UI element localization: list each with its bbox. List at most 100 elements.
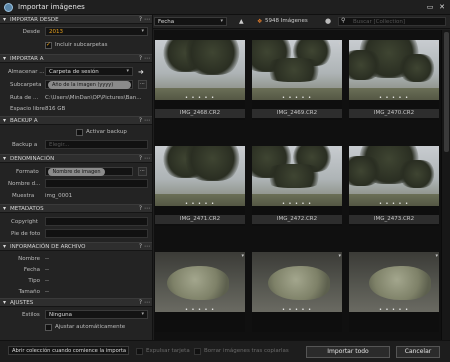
- thumbnail-menu-icon[interactable]: ▾: [241, 147, 244, 153]
- thumbnail[interactable]: • • • • • ▾ IMG_2469.CR2: [252, 40, 342, 120]
- thumbnail-image: [155, 40, 245, 100]
- estilos-select[interactable]: Ninguna ▾: [45, 310, 148, 319]
- rating-dots[interactable]: • • • • •: [155, 307, 245, 313]
- copyright-field[interactable]: [45, 217, 148, 226]
- collapse-icon[interactable]: ▾: [3, 205, 6, 212]
- browser-toolbar: Fecha ▾ ▲ ❖ 5948 Imágenes ● Buscar [Colle…: [153, 15, 450, 29]
- collapse-icon[interactable]: ▾: [3, 243, 6, 250]
- thumbnail[interactable]: • • • • • ▾ IMG_2471.CR2: [155, 146, 245, 226]
- thumbnail[interactable]: • • • • • ▾: [349, 252, 439, 332]
- pie-field[interactable]: [45, 229, 148, 238]
- rating-dots[interactable]: • • • • •: [349, 95, 439, 101]
- thumbnail[interactable]: • • • • • ▾: [155, 252, 245, 332]
- menu-icon[interactable]: ⋯: [144, 299, 150, 306]
- rating-dots[interactable]: • • • • •: [155, 95, 245, 101]
- section-denominacion[interactable]: ▾ DENOMINACIÓN ? ⋯: [0, 154, 152, 163]
- thumbnail-menu-icon[interactable]: ▾: [338, 253, 341, 259]
- thumbnail-menu-icon[interactable]: ▾: [435, 41, 438, 47]
- section-ajustes[interactable]: ▾ AJUSTES ? ⋯: [0, 298, 152, 307]
- open-collection-select[interactable]: Abrir colección cuando comience la impor…: [8, 346, 129, 355]
- menu-icon[interactable]: ⋯: [144, 205, 150, 212]
- pin-icon[interactable]: ▭: [426, 3, 434, 11]
- muestra-value: img_0001: [45, 193, 73, 199]
- help-icon[interactable]: ?: [139, 117, 142, 124]
- menu-icon[interactable]: ⋯: [144, 16, 150, 23]
- section-backup[interactable]: ▾ BACKUP A ? ⋯: [0, 116, 152, 125]
- thumbnail[interactable]: • • • • • ▾ IMG_2473.CR2: [349, 146, 439, 226]
- importar-todo-button[interactable]: Importar todo: [306, 346, 390, 358]
- info-fecha-value: --: [45, 267, 49, 273]
- user-icon[interactable]: ●: [325, 17, 331, 25]
- collapse-icon[interactable]: ▾: [3, 117, 6, 124]
- thumbnail-menu-icon[interactable]: ▾: [435, 253, 438, 259]
- image-count: 5948 Imágenes: [265, 18, 308, 24]
- sort-direction-icon[interactable]: ▲: [239, 18, 244, 25]
- close-icon[interactable]: ✕: [438, 3, 446, 11]
- desde-select[interactable]: 2013 ▾: [45, 27, 148, 36]
- info-nombre-label: Nombre: [18, 256, 40, 262]
- thumbnail-caption: IMG_2470.CR2: [349, 109, 439, 118]
- help-icon[interactable]: ?: [139, 205, 142, 212]
- desde-label: Desde: [22, 29, 40, 35]
- info-nombre-value: --: [45, 256, 49, 262]
- incluir-subcarpetas-checkbox[interactable]: [45, 41, 52, 49]
- thumbnail-caption: IMG_2469.CR2: [252, 109, 342, 118]
- help-icon[interactable]: ?: [139, 243, 142, 250]
- help-icon[interactable]: ?: [139, 16, 142, 23]
- expulsar-checkbox[interactable]: [136, 348, 143, 355]
- more-button[interactable]: ⋯: [138, 167, 147, 176]
- thumbnail-menu-icon[interactable]: ▾: [241, 41, 244, 47]
- almacenar-select[interactable]: Carpeta de sesión ▾: [45, 67, 133, 76]
- app-icon: [4, 3, 13, 12]
- thumbnail-image: [349, 252, 439, 312]
- thumbnail[interactable]: • • • • • ▾ IMG_2472.CR2: [252, 146, 342, 226]
- section-importar-desde[interactable]: ▾ IMPORTAR DESDE ? ⋯: [0, 15, 152, 24]
- thumbnail-menu-icon[interactable]: ▾: [241, 253, 244, 259]
- more-button[interactable]: ⋯: [138, 80, 147, 89]
- rating-dots[interactable]: • • • • •: [349, 307, 439, 313]
- ajustar-checkbox[interactable]: [45, 324, 52, 331]
- section-importar-a[interactable]: ▾ IMPORTAR A ? ⋯: [0, 54, 152, 63]
- nombre-field[interactable]: [45, 179, 148, 188]
- cancelar-button[interactable]: Cancelar: [396, 346, 440, 358]
- chevron-down-icon: ▾: [220, 18, 223, 24]
- help-icon[interactable]: ?: [139, 155, 142, 162]
- menu-icon[interactable]: ⋯: [144, 117, 150, 124]
- collapse-icon[interactable]: ▾: [3, 16, 6, 23]
- sort-select[interactable]: Fecha ▾: [154, 17, 227, 26]
- thumbnail-menu-icon[interactable]: ▾: [338, 41, 341, 47]
- scrollbar-thumb[interactable]: [444, 32, 449, 152]
- thumbnail-menu-icon[interactable]: ▾: [338, 147, 341, 153]
- vertical-scrollbar[interactable]: [441, 30, 450, 340]
- subcarpeta-token: Año de la imagen (yyyy): [48, 80, 131, 89]
- collapse-icon[interactable]: ▾: [3, 55, 6, 62]
- borrar-label: Borrar imágenes tras copiarlas: [204, 348, 289, 354]
- menu-icon[interactable]: ⋯: [144, 155, 150, 162]
- search-input[interactable]: Buscar [Collection]: [338, 17, 446, 26]
- collapse-icon[interactable]: ▾: [3, 299, 6, 306]
- search-icon: ⚲: [341, 17, 346, 24]
- rating-dots[interactable]: • • • • •: [349, 201, 439, 207]
- rating-dots[interactable]: • • • • •: [252, 201, 342, 207]
- thumbnail[interactable]: • • • • • ▾ IMG_2470.CR2: [349, 40, 439, 120]
- thumbnail[interactable]: • • • • • ▾: [252, 252, 342, 332]
- menu-icon[interactable]: ⋯: [144, 243, 150, 250]
- thumbnail-menu-icon[interactable]: ▾: [435, 147, 438, 153]
- title-bar: Importar imágenes ▭ ✕: [0, 0, 450, 15]
- section-info-archivo[interactable]: ▾ INFORMACIÓN DE ARCHIVO ? ⋯: [0, 242, 152, 251]
- collapse-icon[interactable]: ▾: [3, 155, 6, 162]
- thumbnail-caption: IMG_2473.CR2: [349, 215, 439, 224]
- thumbnail[interactable]: • • • • • ▾ IMG_2468.CR2: [155, 40, 245, 120]
- rating-dots[interactable]: • • • • •: [252, 95, 342, 101]
- rating-dots[interactable]: • • • • •: [252, 307, 342, 313]
- thumbnail-caption: IMG_2471.CR2: [155, 215, 245, 224]
- borrar-checkbox[interactable]: [194, 348, 201, 355]
- backup-field[interactable]: Elegir...: [45, 140, 148, 149]
- section-metadatos[interactable]: ▾ METADATOS ? ⋯: [0, 204, 152, 213]
- help-icon[interactable]: ?: [139, 55, 142, 62]
- menu-icon[interactable]: ⋯: [144, 55, 150, 62]
- help-icon[interactable]: ?: [139, 299, 142, 306]
- activar-backup-checkbox[interactable]: [76, 129, 83, 136]
- arrow-right-icon[interactable]: ➜: [138, 68, 144, 76]
- rating-dots[interactable]: • • • • •: [155, 201, 245, 207]
